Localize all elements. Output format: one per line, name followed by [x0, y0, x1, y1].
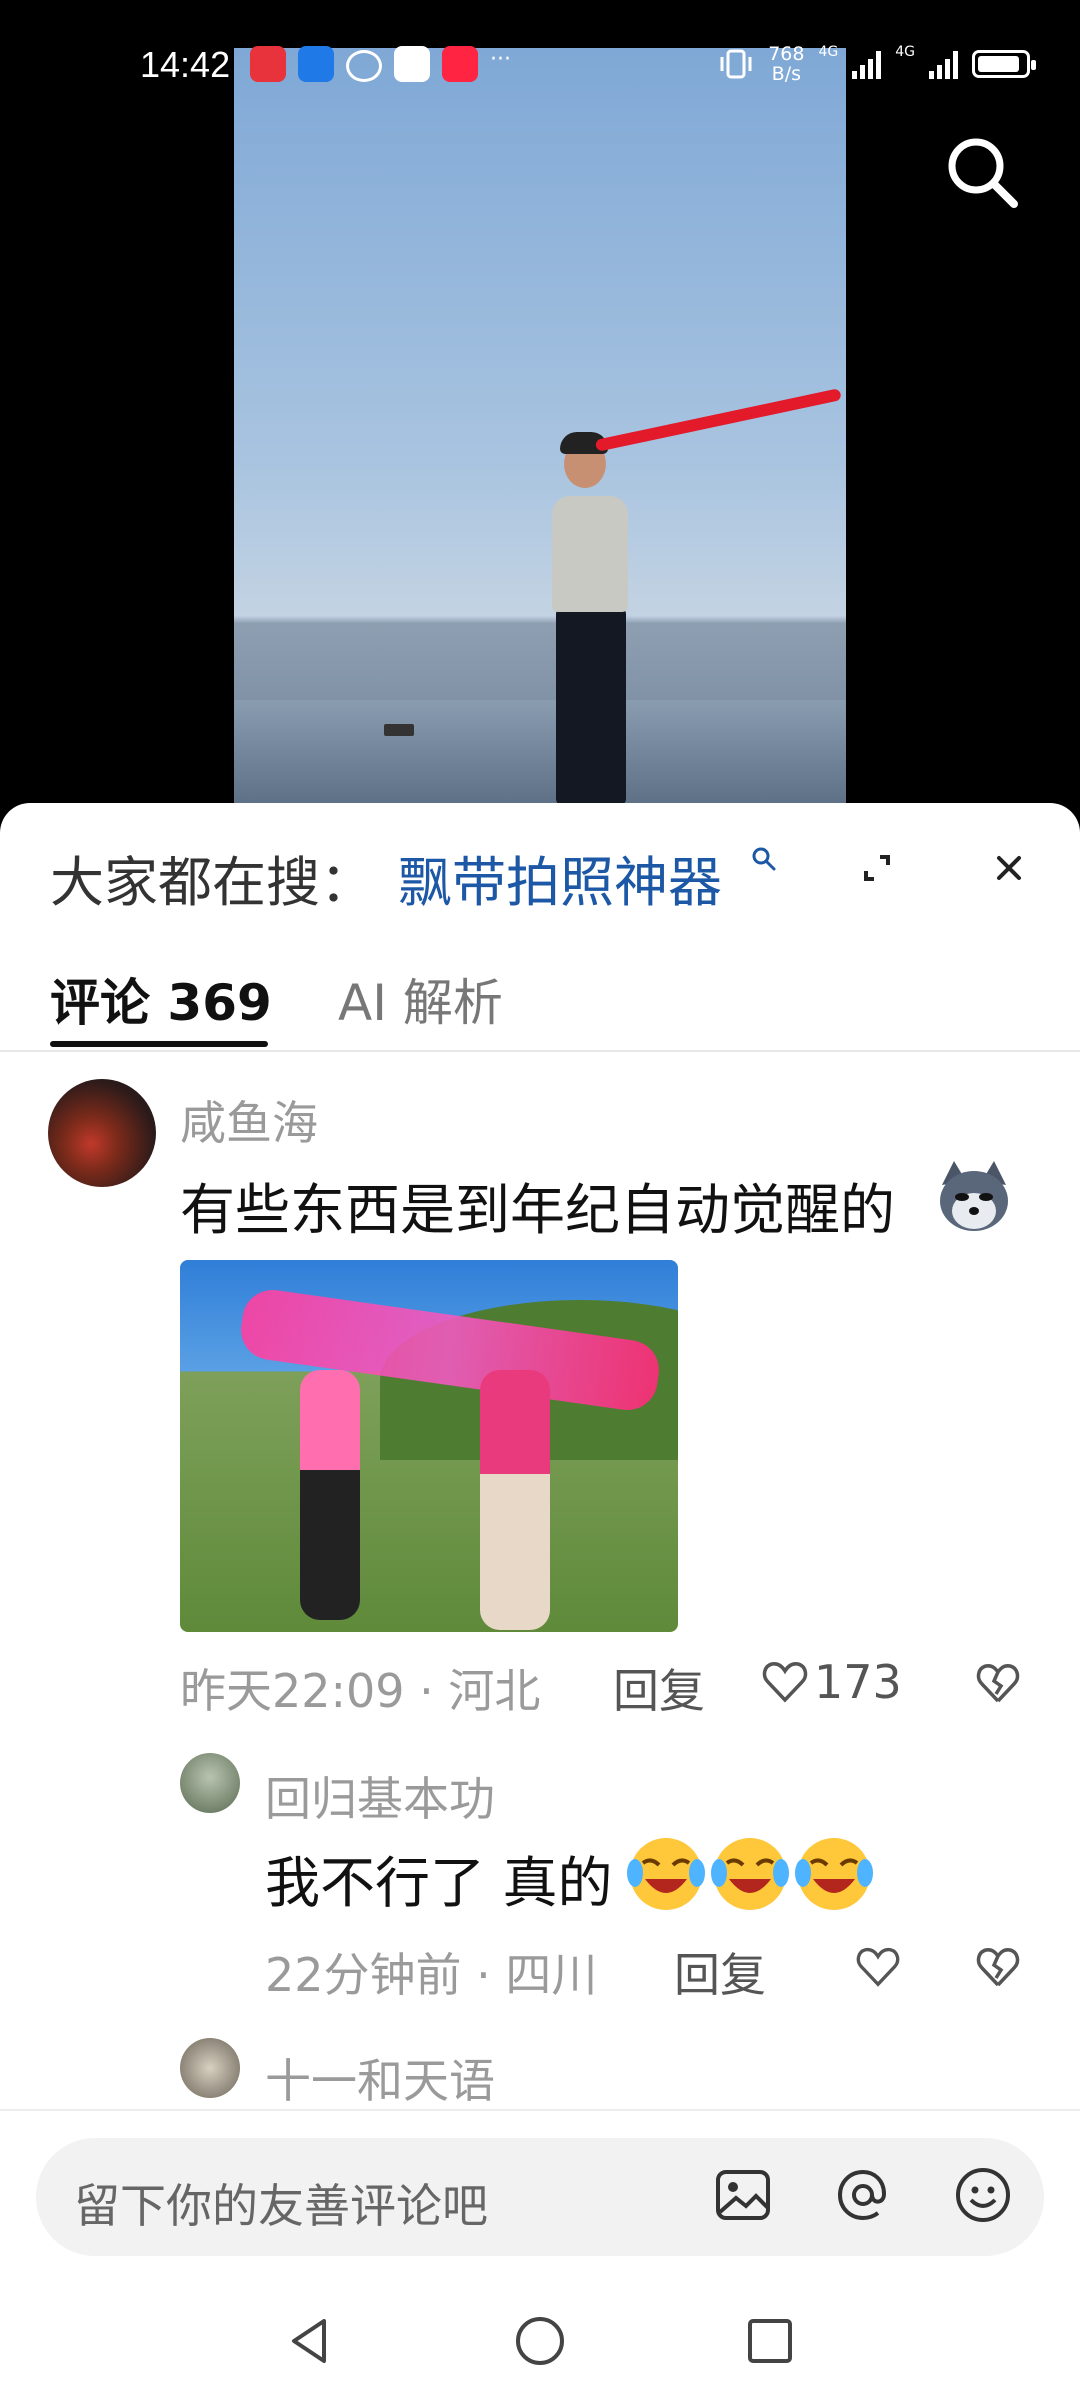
baidu-icon	[298, 46, 334, 82]
video-person-legs	[556, 608, 626, 805]
like-button[interactable]: 173	[760, 1655, 902, 1709]
laugh-cry-emoji	[711, 1838, 789, 1910]
active-tab-indicator	[50, 1041, 268, 1047]
comment-image[interactable]	[180, 1260, 678, 1632]
tab-comments[interactable]: 评论 369	[50, 963, 272, 1035]
comment-image-person-right	[480, 1370, 550, 1630]
video-boat	[384, 724, 414, 736]
reply-meta: 22分钟前 · 四川	[265, 1948, 598, 2002]
status-time: 14:42	[140, 44, 231, 85]
close-icon[interactable]	[984, 843, 1034, 893]
status-bar: 14:42 ··· 768 B/s 4G 4G	[0, 40, 1080, 88]
like-count: 173	[814, 1655, 902, 1709]
reply-button[interactable]: 回复	[613, 1655, 705, 1721]
hot-search-icon	[752, 847, 776, 871]
status-app-icons: ···	[250, 46, 511, 82]
avatar[interactable]	[180, 1753, 240, 1813]
signal-icon-2	[929, 49, 958, 79]
laugh-cry-emoji	[627, 1838, 705, 1910]
status-more: ···	[490, 47, 511, 72]
hot-search-prefix: 大家都在搜：	[50, 851, 374, 914]
net-speed: 768 B/s	[768, 43, 805, 85]
xiaohongshu-icon	[442, 46, 478, 82]
emoji-icon[interactable]	[952, 2164, 1014, 2226]
recent-apps-icon[interactable]	[740, 2311, 800, 2371]
hot-search-term[interactable]: 飘带拍照神器	[398, 838, 722, 917]
back-icon[interactable]	[280, 2311, 340, 2371]
status-right: 768 B/s 4G 4G	[718, 43, 1036, 85]
dislike-icon[interactable]	[974, 1659, 1022, 1707]
dislike-icon[interactable]	[974, 1943, 1022, 1991]
network-type-1: 4G	[818, 44, 839, 60]
search-icon[interactable]	[942, 132, 1022, 212]
network-type-2: 4G	[895, 44, 915, 60]
comment-input[interactable]: 留下你的友善评论吧	[36, 2138, 1044, 2256]
comment-input-placeholder: 留下你的友善评论吧	[74, 2179, 488, 2233]
reply-username[interactable]: 回归基本功	[265, 1763, 495, 1829]
video-sea	[234, 700, 846, 805]
system-navbar	[0, 2283, 1080, 2400]
message-icon	[346, 50, 382, 82]
home-icon[interactable]	[510, 2311, 570, 2371]
comment-sheet: 大家都在搜： 飘带拍照神器 评论 369 AI 解析 咸鱼海 有些东西是到年纪自…	[0, 803, 1080, 2400]
huawei-icon	[250, 46, 286, 82]
video-frame[interactable]	[234, 48, 846, 805]
reply-button[interactable]: 回复	[674, 1939, 766, 2005]
heart-icon[interactable]	[854, 1943, 902, 1991]
comment-image-person-left	[300, 1370, 360, 1620]
comment-username[interactable]: 咸鱼海	[180, 1087, 318, 1153]
avatar[interactable]	[48, 1079, 156, 1187]
comment-text: 有些东西是到年纪自动觉醒的	[180, 1178, 896, 1242]
reply-text: 我不行了 真的	[265, 1851, 613, 1915]
reply-username[interactable]: 十一和天语	[265, 2045, 495, 2111]
wolf-sticker	[940, 1161, 1008, 1231]
heart-icon	[762, 1662, 808, 1703]
laugh-cry-emoji	[795, 1838, 873, 1910]
comment-meta: 昨天22:09 · 河北	[180, 1664, 541, 1718]
video-red-ribbon	[594, 388, 842, 452]
battery-icon	[972, 50, 1036, 78]
tabs-divider	[0, 1050, 1080, 1052]
avatar[interactable]	[180, 2038, 240, 2098]
laugh-cry-emoji-group	[625, 1833, 875, 1915]
tab-ai-analysis[interactable]: AI 解析	[338, 963, 503, 1035]
image-icon[interactable]	[712, 2164, 774, 2226]
signal-icon-1	[852, 49, 882, 79]
comment-tabs: 评论 369 AI 解析	[0, 953, 1080, 1053]
video-player[interactable]	[0, 0, 1080, 805]
video-person-torso	[552, 496, 628, 612]
sheet-header: 大家都在搜： 飘带拍照神器	[0, 803, 1080, 933]
expand-icon[interactable]	[852, 843, 902, 893]
china-mobile-icon	[394, 46, 430, 82]
vibrate-icon	[720, 49, 752, 79]
at-icon[interactable]	[832, 2164, 894, 2226]
